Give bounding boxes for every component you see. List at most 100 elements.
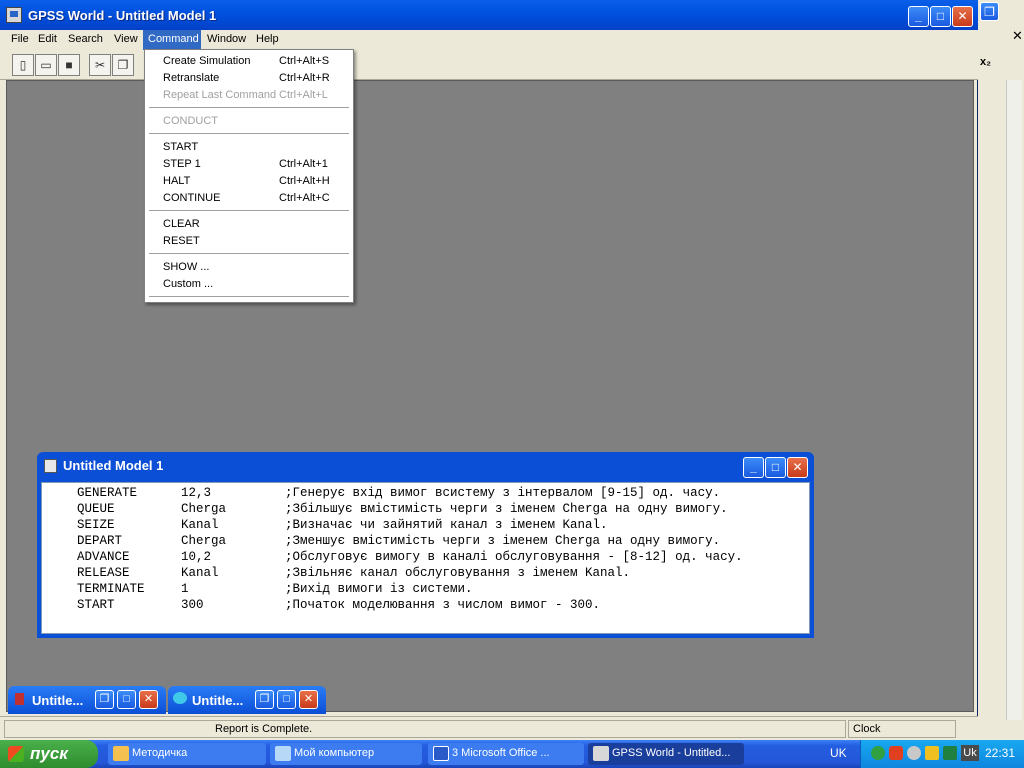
command-menu-item-retranslate[interactable]: Retranslate Ctrl+Alt+R (145, 70, 353, 87)
code-arg: Cherga (181, 502, 227, 516)
tray-language[interactable]: Uk (961, 745, 979, 761)
tray-icon-3[interactable] (907, 746, 921, 760)
menu-view[interactable]: View (109, 30, 143, 50)
close-button-min2[interactable]: ✕ (299, 690, 318, 709)
taskbar-label-3: GPSS World - Untitled... (612, 747, 731, 759)
start-button[interactable]: пуск (0, 740, 98, 768)
menu-separator (149, 133, 349, 135)
menu-file[interactable]: File (6, 30, 34, 50)
menu-separator (149, 107, 349, 109)
computer-icon (275, 746, 291, 761)
document-icon[interactable] (44, 459, 57, 473)
command-menu-item-continue[interactable]: CONTINUE Ctrl+Alt+C (145, 190, 353, 207)
menu-item-label: CLEAR (163, 218, 200, 230)
tray-clock[interactable]: 22:31 (985, 746, 1015, 760)
command-menu-item-step-1[interactable]: STEP 1 Ctrl+Alt+1 (145, 156, 353, 173)
menu-item-shortcut: Ctrl+Alt+C (279, 192, 330, 204)
code-op: SEIZE (77, 518, 115, 532)
menu-command[interactable]: Command (143, 30, 201, 50)
report-icon (15, 693, 24, 705)
bg-vertical-scrollbar[interactable] (1006, 80, 1022, 720)
menu-window[interactable]: Window (202, 30, 251, 50)
taskbar-label-2: 3 Microsoft Office ... (452, 747, 550, 759)
model-minimize-button[interactable]: _ (743, 457, 764, 478)
menu-item-shortcut: Ctrl+Alt+R (279, 72, 330, 84)
close-button[interactable]: ✕ (952, 6, 973, 27)
minimized-window-1[interactable]: Untitle... ❐ □ ✕ (8, 686, 166, 714)
command-menu-item-repeat-last-command[interactable]: Repeat Last Command Ctrl+Alt+L (145, 87, 353, 104)
maximize-button-min2[interactable]: □ (277, 690, 296, 709)
system-tray: Uk 22:31 (860, 740, 1024, 768)
menu-bar: File Edit Search View Command Window Hel… (0, 30, 978, 50)
restore-button-min2[interactable]: ❐ (255, 690, 274, 709)
menu-edit[interactable]: Edit (33, 30, 62, 50)
taskbar-gpss-world[interactable]: GPSS World - Untitled... (588, 743, 744, 765)
menu-search[interactable]: Search (63, 30, 108, 50)
code-arg: Kanal (181, 566, 219, 580)
minimize-button[interactable]: _ (908, 6, 929, 27)
minimized-window-2-label: Untitle... (192, 693, 244, 708)
taskbar-methodichka[interactable]: Методичка (108, 743, 266, 765)
language-indicator[interactable]: UK (830, 746, 847, 760)
maximize-button[interactable]: □ (930, 6, 951, 27)
code-arg: 300 (181, 598, 204, 612)
code-comment: ;Звільняє канал обслуговування з іменем … (285, 566, 631, 580)
command-menu-item-reset[interactable]: RESET (145, 233, 353, 250)
menu-separator (149, 210, 349, 212)
minimized-window-1-label: Untitle... (32, 693, 84, 708)
code-op: RELEASE (77, 566, 130, 580)
bg-close-icon[interactable]: ✕ (1012, 28, 1023, 44)
tray-icon-2[interactable] (889, 746, 903, 760)
word-icon (433, 746, 449, 761)
restore-button[interactable]: ❐ (95, 690, 114, 709)
command-menu-item-conduct[interactable]: CONDUCT (145, 113, 353, 130)
status-clock: Clock (848, 720, 956, 738)
menu-item-label: Repeat Last Command (163, 89, 277, 101)
open-folder-icon[interactable]: ▭ (35, 54, 57, 76)
code-comment: ;Початок моделювання з числом вимог - 30… (285, 598, 601, 612)
code-op: START (77, 598, 115, 612)
maximize-button-min1[interactable]: □ (117, 690, 136, 709)
subscript-icon[interactable]: x₂ (980, 56, 991, 68)
command-menu-item-halt[interactable]: HALT Ctrl+Alt+H (145, 173, 353, 190)
code-arg: 10,2 (181, 550, 212, 564)
code-op: ADVANCE (77, 550, 130, 564)
model-code-editor[interactable]: GENERATE 12,3 ;Генерує вхід вимог всистему… (41, 482, 810, 634)
tray-icon-1[interactable] (871, 746, 885, 760)
start-label: пуск (30, 744, 68, 763)
status-message: Report is Complete. (4, 720, 846, 738)
main-titlebar[interactable]: GPSS World - Untitled Model 1 _ □ ✕ (0, 0, 978, 30)
code-comment: ;Генерує вхід вимог всистему з інтервало… (285, 486, 721, 500)
close-button-min1[interactable]: ✕ (139, 690, 158, 709)
menu-item-shortcut: Ctrl+Alt+L (279, 89, 328, 101)
menu-item-shortcut: Ctrl+Alt+S (279, 55, 330, 67)
gpss-app-icon[interactable] (6, 7, 22, 23)
minimized-window-2[interactable]: Untitle... ❐ □ ✕ (168, 686, 326, 714)
menu-item-shortcut: Ctrl+Alt+H (279, 175, 330, 187)
model-window-title: Untitled Model 1 (63, 458, 164, 473)
save-disk-icon[interactable]: ■ (58, 54, 80, 76)
code-arg: Cherga (181, 534, 227, 548)
command-menu-item-start[interactable]: START (145, 139, 353, 156)
command-menu-item-show[interactable]: SHOW ... (145, 259, 353, 276)
bg-restore-button[interactable]: ❐ (980, 2, 999, 21)
tray-icon-4[interactable] (925, 746, 939, 760)
new-file-icon[interactable]: ▯ (12, 54, 34, 76)
menu-item-label: START (163, 141, 199, 153)
main-window-title: GPSS World - Untitled Model 1 (28, 8, 217, 23)
command-menu-item-clear[interactable]: CLEAR (145, 216, 353, 233)
menu-item-label: Create Simulation (163, 55, 251, 67)
model-close-button[interactable]: ✕ (787, 457, 808, 478)
folder-icon (113, 746, 129, 761)
taskbar-office-group[interactable]: 3 Microsoft Office ... (428, 743, 584, 765)
command-menu-item-custom[interactable]: Custom ... (145, 276, 353, 293)
cut-icon[interactable]: ✂ (89, 54, 111, 76)
tray-icon-5[interactable] (943, 746, 957, 760)
model-maximize-button[interactable]: □ (765, 457, 786, 478)
command-menu-item-create-simulation[interactable]: Create Simulation Ctrl+Alt+S (145, 53, 353, 70)
menu-item-label: STEP 1 (163, 158, 201, 170)
menu-help[interactable]: Help (251, 30, 284, 50)
copy-icon[interactable]: ❐ (112, 54, 134, 76)
taskbar-my-computer[interactable]: Мой компьютер (270, 743, 422, 765)
background-window-strip: ❐ ✕ x₂ (978, 0, 1024, 740)
